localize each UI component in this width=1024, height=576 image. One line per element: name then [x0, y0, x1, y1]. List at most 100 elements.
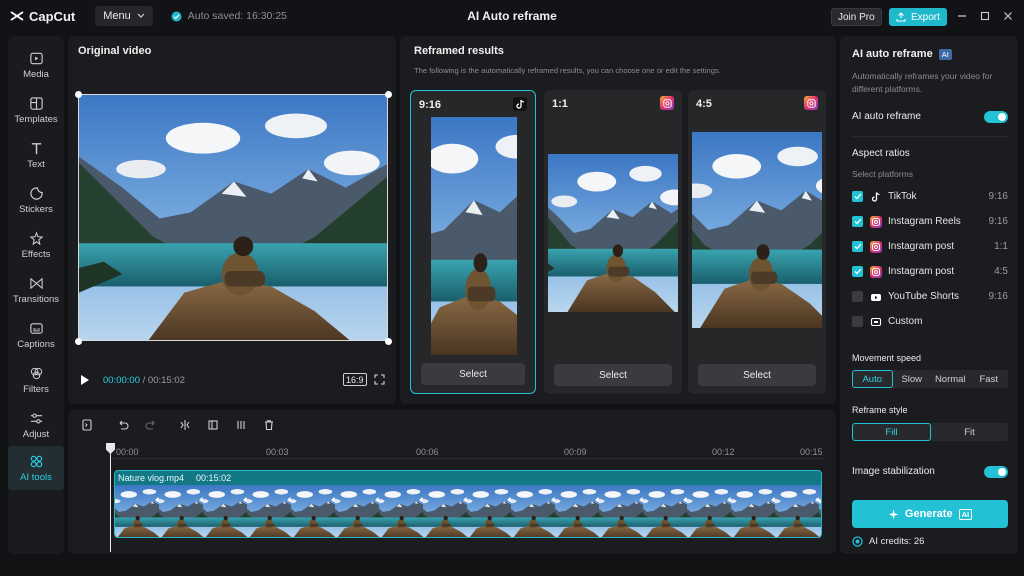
instagram-icon [870, 216, 882, 228]
result-card-9-16[interactable]: 9:16 Select [410, 90, 536, 394]
split-icon[interactable] [178, 418, 192, 432]
movement-option-slow[interactable]: Slow [893, 370, 932, 388]
platform-row-tiktok[interactable]: TikTok 9:16 [840, 191, 1018, 209]
join-pro-button[interactable]: Join Pro [831, 8, 882, 26]
video-preview[interactable] [78, 94, 388, 341]
bookmark-icon[interactable] [80, 418, 94, 432]
autosave-status: Auto saved: 16:30:25 [171, 10, 287, 22]
templates-icon [29, 96, 43, 110]
menu-button[interactable]: Menu [95, 6, 153, 26]
nav-label-stickers: Stickers [19, 203, 53, 215]
transitions-icon [29, 277, 43, 289]
video-clip[interactable]: Nature vlog.mp4 00:15:02 [114, 470, 822, 538]
nav-item-media[interactable]: Media [8, 44, 64, 86]
trim-right-icon[interactable] [234, 418, 248, 432]
platform-row-instagram-reels[interactable]: Instagram Reels 9:16 [840, 216, 1018, 234]
instagram-icon [870, 266, 882, 278]
tiktok-icon [870, 191, 882, 203]
ai-badge: AI [958, 508, 973, 520]
redo-icon[interactable] [144, 418, 158, 432]
nav-label-ai-tools: AI tools [20, 471, 52, 483]
generate-button[interactable]: Generate AI [852, 500, 1008, 528]
checkbox-checked[interactable] [852, 216, 863, 227]
nav-item-adjust[interactable]: Adjust [8, 404, 64, 446]
panel-header: AI auto reframe AI [852, 48, 952, 60]
panel-description: Automatically reframes your video for di… [852, 71, 993, 94]
reframe-style-selector: Fill Fit [852, 423, 1008, 441]
menu-label: Menu [103, 10, 131, 22]
movement-option-fast[interactable]: Fast [970, 370, 1009, 388]
crop-handle-top-left[interactable] [75, 91, 82, 98]
select-button[interactable]: Select [698, 364, 816, 386]
crop-handle-bottom-left[interactable] [75, 338, 82, 345]
reframed-results-title: Reframed results [414, 45, 504, 57]
delete-icon[interactable] [262, 418, 276, 432]
reframed-results-subtitle: The following is the automatically refra… [414, 66, 721, 75]
crop-handle-top-right[interactable] [385, 91, 392, 98]
platform-name: TikTok [888, 191, 917, 202]
total-time: 00:15:02 [147, 375, 185, 386]
movement-option-auto[interactable]: Auto [852, 370, 893, 388]
undo-icon[interactable] [116, 418, 130, 432]
ai-reframe-toggle[interactable] [984, 111, 1008, 123]
style-option-fit[interactable]: Fit [931, 423, 1008, 441]
instagram-icon [660, 96, 674, 110]
left-nav: Media Templates Text Stickers Effects Tr… [8, 36, 64, 554]
platform-row-custom[interactable]: Custom [840, 316, 1018, 334]
nav-item-filters[interactable]: Filters [8, 359, 64, 401]
platform-name: YouTube Shorts [888, 291, 959, 302]
platform-row-instagram-post-4-5[interactable]: Instagram post 4:5 [840, 266, 1018, 284]
maximize-icon[interactable] [977, 8, 993, 24]
checkbox-checked[interactable] [852, 191, 863, 202]
ruler-label: 00:06 [416, 447, 439, 457]
minimize-icon[interactable] [954, 8, 970, 24]
stabilization-toggle[interactable] [984, 466, 1008, 478]
platform-name: Instagram post [888, 241, 955, 252]
nav-item-text[interactable]: Text [8, 134, 64, 176]
platform-name: Instagram Reels [888, 216, 961, 227]
platform-row-instagram-post-1-1[interactable]: Instagram post 1:1 [840, 241, 1018, 259]
result-card-4-5[interactable]: 4:5 Select [688, 90, 826, 394]
trim-left-icon[interactable] [206, 418, 220, 432]
checkbox-unchecked[interactable] [852, 316, 863, 327]
clip-filmstrip [115, 485, 821, 537]
nav-item-transitions[interactable]: Transitions [8, 269, 64, 311]
export-button[interactable]: Export [889, 8, 947, 26]
card-ratio-label: 9:16 [419, 99, 442, 111]
platform-ratio: 9:16 [988, 291, 1008, 302]
select-button[interactable]: Select [421, 363, 525, 385]
movement-speed-title: Movement speed [852, 353, 922, 363]
select-button[interactable]: Select [554, 364, 672, 386]
close-icon[interactable] [1000, 8, 1016, 24]
nav-item-captions[interactable]: Captions [8, 314, 64, 356]
checkbox-checked[interactable] [852, 266, 863, 277]
nav-item-effects[interactable]: Effects [8, 224, 64, 266]
nav-label-captions: Captions [17, 338, 55, 350]
fullscreen-icon[interactable] [374, 374, 385, 388]
nav-label-filters: Filters [23, 383, 49, 395]
result-card-1-1[interactable]: 1:1 Select [544, 90, 682, 394]
checkbox-unchecked[interactable] [852, 291, 863, 302]
ruler-label: 00:15 [800, 447, 823, 457]
platform-name: Instagram post [888, 266, 955, 277]
checkbox-checked[interactable] [852, 241, 863, 252]
nav-item-stickers[interactable]: Stickers [8, 179, 64, 221]
aspect-ratio-button[interactable]: 16:9 [343, 373, 367, 386]
youtube-icon [870, 291, 882, 303]
movement-option-normal[interactable]: Normal [931, 370, 970, 388]
preview-image [79, 95, 387, 340]
clip-name: Nature vlog.mp4 [118, 473, 185, 483]
reframe-style-title: Reframe style [852, 405, 908, 415]
style-option-fill[interactable]: Fill [852, 423, 931, 441]
result-thumbnail [431, 117, 517, 355]
nav-label-text: Text [27, 158, 45, 170]
playhead[interactable] [110, 444, 111, 552]
play-icon[interactable] [80, 374, 90, 389]
app-name: CapCut [29, 8, 76, 24]
nav-item-templates[interactable]: Templates [8, 89, 64, 131]
nav-item-ai-tools[interactable]: AI tools [8, 446, 64, 490]
timecode: 00:00:00 / 00:15:02 [103, 375, 185, 386]
crop-handle-bottom-right[interactable] [385, 338, 392, 345]
platform-row-youtube-shorts[interactable]: YouTube Shorts 9:16 [840, 291, 1018, 309]
nav-label-transitions: Transitions [12, 293, 60, 305]
